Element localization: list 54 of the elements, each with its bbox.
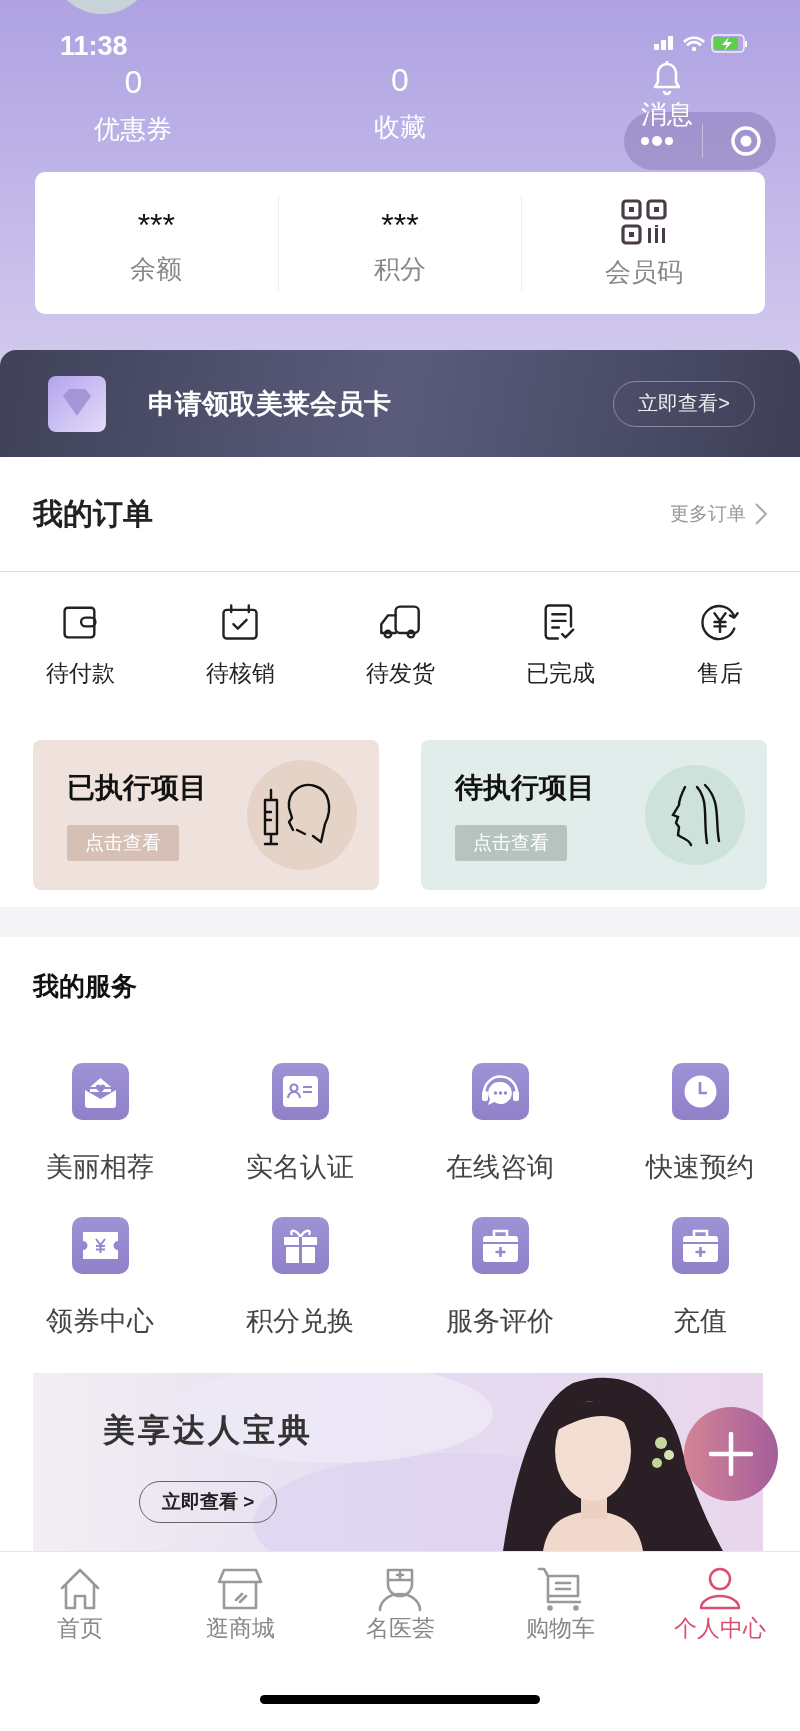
clock-icon[interactable] [671, 1063, 729, 1120]
hidden-amount: *** [137, 207, 175, 243]
gift-icon[interactable] [271, 1217, 329, 1274]
service-label[interactable]: 积分兑换 [246, 1304, 354, 1338]
service-label[interactable]: 服务评价 [446, 1304, 554, 1338]
service-label[interactable]: 快速预约 [646, 1150, 754, 1184]
section-title: 我的服务 [31, 971, 138, 1001]
battery-icon [711, 34, 747, 53]
order-status-label[interactable]: 待核销 [205, 658, 275, 688]
order-status-label[interactable]: 待发货 [365, 658, 435, 688]
stat-value: 0 [391, 61, 409, 100]
order-status-label[interactable]: 待付款 [45, 658, 115, 688]
id-card-icon[interactable] [271, 1063, 329, 1120]
promo-title: 美享达人宝典 [103, 1411, 313, 1450]
account-label[interactable]: 积分 [374, 253, 426, 285]
order-status-label[interactable]: 售后 [697, 658, 743, 688]
chevron-right-icon[interactable] [754, 502, 768, 526]
tab-item[interactable]: 购物车 [480, 1566, 640, 1642]
cart-icon[interactable] [536, 1566, 584, 1612]
tab-item[interactable]: 名医荟 [320, 1566, 480, 1642]
service-label[interactable]: 领券中心 [46, 1304, 154, 1338]
promo-banner[interactable]: 美享达人宝典 立即查看 > [33, 1373, 763, 1551]
hidden-amount: *** [381, 207, 419, 243]
project-card[interactable]: 待执行项目 点击查看 [421, 740, 767, 890]
project-card[interactable]: 已执行项目 点击查看 [33, 740, 379, 890]
doctor-icon[interactable] [376, 1566, 424, 1612]
medical-kit-icon[interactable] [471, 1217, 529, 1274]
order-status-label[interactable]: 已完成 [525, 658, 595, 688]
heart-envelope-icon[interactable] [71, 1063, 129, 1120]
tab-item[interactable]: 首页 [0, 1566, 160, 1642]
project-title: 已执行项目 [67, 771, 207, 805]
account-label[interactable]: 余额 [130, 253, 183, 285]
service-label[interactable]: 在线咨询 [446, 1150, 554, 1184]
yen-ticket-icon[interactable] [71, 1217, 129, 1274]
stat-value: 0 [124, 63, 143, 102]
signal-icon [654, 36, 673, 50]
tab-item[interactable]: 逛商城 [160, 1566, 320, 1642]
medical-kit-icon[interactable] [671, 1217, 729, 1274]
tab-item[interactable]: 个人中心 [640, 1566, 800, 1642]
face-profile-icon [645, 765, 745, 865]
qr-code-icon[interactable] [619, 198, 668, 246]
syringe-head-icon [247, 760, 357, 870]
headset-chat-icon[interactable] [471, 1063, 529, 1120]
status-time: 11:38 [60, 30, 128, 62]
store-icon[interactable] [216, 1566, 264, 1612]
member-banner[interactable]: 申请领取美莱会员卡 立即查看> [0, 350, 800, 457]
project-title: 待执行项目 [455, 771, 595, 805]
service-label[interactable]: 实名认证 [246, 1150, 354, 1184]
account-label[interactable]: 会员码 [604, 256, 683, 288]
member-card-title: 申请领取美莱会员卡 [148, 387, 392, 421]
wifi-icon [682, 36, 706, 52]
service-label[interactable]: 充值 [673, 1304, 727, 1338]
section-title: 我的订单 [33, 495, 154, 532]
service-label[interactable]: 美丽相荐 [46, 1150, 154, 1184]
